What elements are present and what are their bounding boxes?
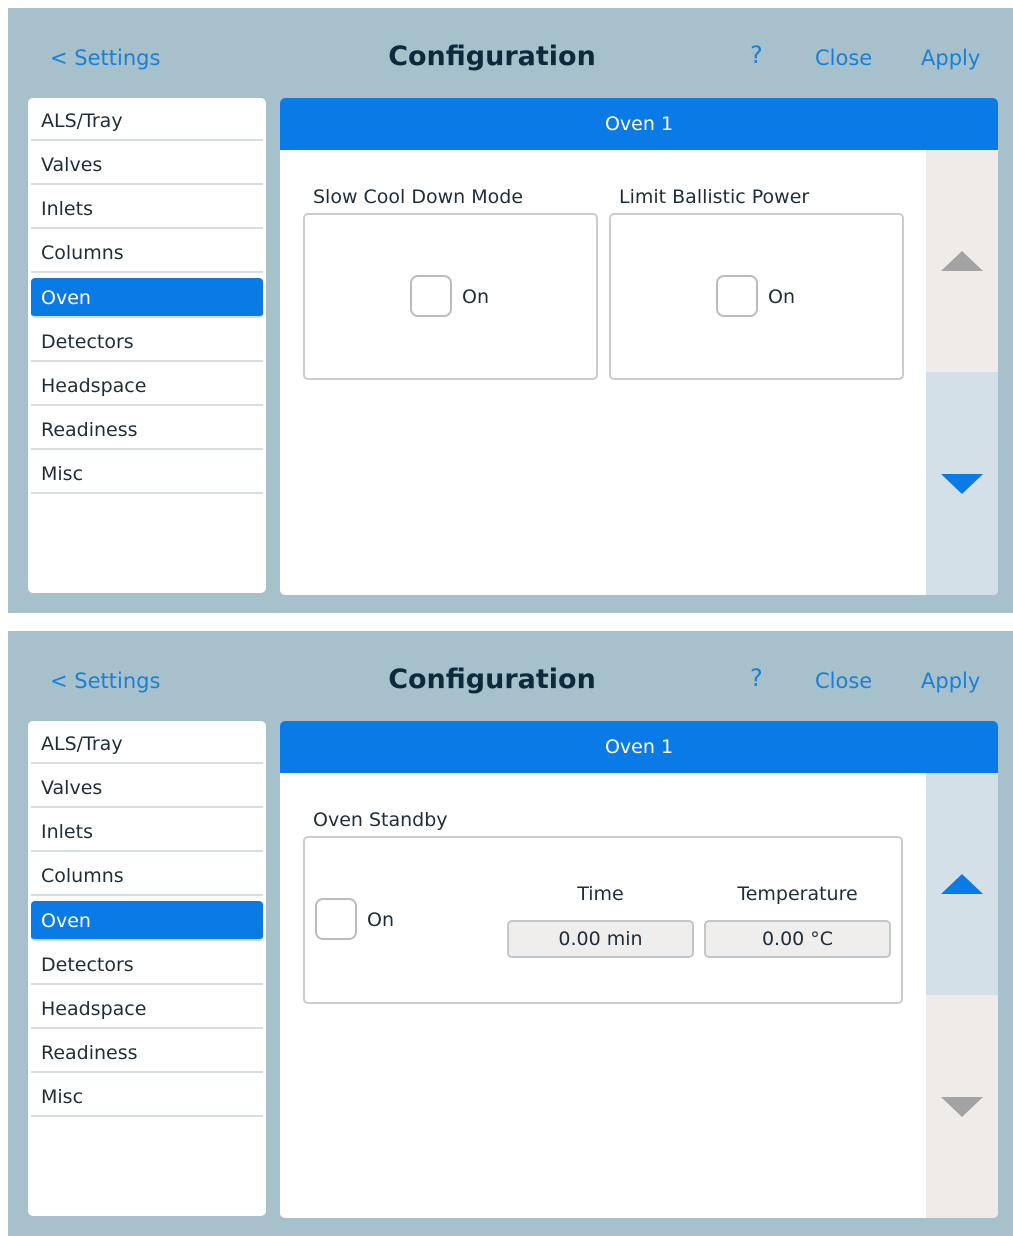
sidebar-item-inlets[interactable]: Inlets (31, 189, 263, 229)
apply-button[interactable]: Apply (921, 667, 980, 695)
scroll-down-button[interactable] (926, 995, 998, 1218)
temperature-field[interactable]: 0.00 °C (704, 920, 891, 958)
slow-cool-label: Slow Cool Down Mode (313, 186, 524, 208)
sidebar-item-valves[interactable]: Valves (31, 145, 263, 185)
slow-cool-on-label: On (462, 286, 489, 308)
page-title: Configuration (388, 41, 596, 72)
config-screen-slow-cool: < Settings Configuration ? Close Apply A… (8, 8, 1013, 613)
sidebar-item-als-tray[interactable]: ALS/Tray (31, 724, 263, 764)
close-button[interactable]: Close (815, 667, 872, 695)
oven-standby-group: On Time 0.00 min Temperature 0.00 °C (303, 836, 903, 1004)
scroll-up-button[interactable] (926, 150, 998, 372)
oven-standby-checkbox[interactable] (315, 898, 357, 940)
content-pane: Oven 1 Slow Cool Down Mode On Limit Ball… (280, 98, 998, 595)
time-field[interactable]: 0.00 min (507, 920, 694, 958)
back-to-settings-link[interactable]: < Settings (50, 44, 160, 72)
sidebar-item-readiness[interactable]: Readiness (31, 410, 263, 450)
sidebar-item-detectors[interactable]: Detectors (31, 322, 263, 362)
limit-ballistic-group: On (609, 213, 904, 380)
sidebar-item-headspace[interactable]: Headspace (31, 366, 263, 406)
oven-standby-on-label: On (367, 909, 394, 931)
sidebar-item-oven[interactable]: Oven (31, 278, 263, 318)
sidebar-item-misc[interactable]: Misc (31, 1077, 263, 1117)
scroll-up-icon (941, 251, 983, 271)
sidebar-item-valves[interactable]: Valves (31, 768, 263, 808)
sidebar-item-misc[interactable]: Misc (31, 454, 263, 494)
limit-ballistic-on-label: On (768, 286, 795, 308)
sidebar-item-columns[interactable]: Columns (31, 233, 263, 273)
sidebar-item-oven[interactable]: Oven (31, 901, 263, 941)
help-button[interactable]: ? (750, 41, 763, 69)
limit-ballistic-label: Limit Ballistic Power (619, 186, 810, 208)
sidebar: ALS/Tray Valves Inlets Columns Oven Dete… (28, 98, 266, 593)
sidebar-item-readiness[interactable]: Readiness (31, 1033, 263, 1073)
sidebar-item-als-tray[interactable]: ALS/Tray (31, 101, 263, 141)
sidebar-item-columns[interactable]: Columns (31, 856, 263, 896)
scroll-up-button[interactable] (926, 773, 998, 995)
scroll-up-icon (941, 874, 983, 894)
oven-standby-label: Oven Standby (313, 809, 448, 831)
apply-button[interactable]: Apply (921, 44, 980, 72)
sidebar-item-headspace[interactable]: Headspace (31, 989, 263, 1029)
time-label: Time (577, 883, 624, 905)
section-header: Oven 1 (280, 98, 998, 150)
scroll-down-icon (941, 1096, 983, 1117)
temperature-label: Temperature (737, 883, 858, 905)
config-screen-standby: < Settings Configuration ? Close Apply A… (8, 631, 1013, 1236)
slow-cool-checkbox[interactable] (410, 275, 452, 317)
scroll-down-button[interactable] (926, 372, 998, 595)
sidebar-item-detectors[interactable]: Detectors (31, 945, 263, 985)
slow-cool-group: On (303, 213, 598, 380)
back-to-settings-link[interactable]: < Settings (50, 667, 160, 695)
page-title: Configuration (388, 664, 596, 695)
limit-ballistic-checkbox[interactable] (716, 275, 758, 317)
close-button[interactable]: Close (815, 44, 872, 72)
content-pane: Oven 1 Oven Standby On Time 0.00 min Tem… (280, 721, 998, 1218)
section-header: Oven 1 (280, 721, 998, 773)
scroll-down-icon (941, 473, 983, 494)
sidebar-item-inlets[interactable]: Inlets (31, 812, 263, 852)
sidebar: ALS/Tray Valves Inlets Columns Oven Dete… (28, 721, 266, 1216)
help-button[interactable]: ? (750, 664, 763, 692)
